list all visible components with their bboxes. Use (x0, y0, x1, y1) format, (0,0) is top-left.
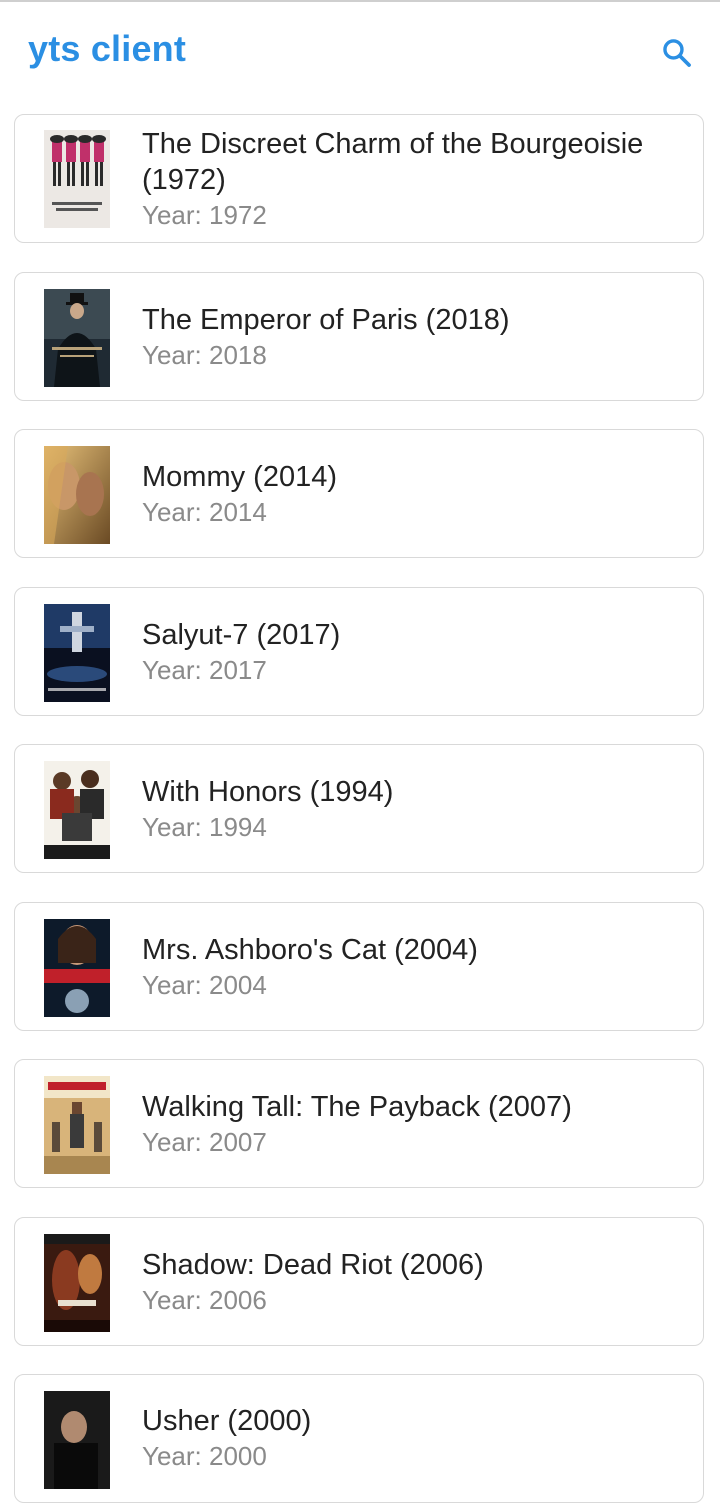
movie-card[interactable]: Walking Tall: The Payback (2007) Year: 2… (14, 1059, 704, 1188)
movie-card[interactable]: Mrs. Ashboro's Cat (2004) Year: 2004 (14, 902, 704, 1031)
movie-title: Salyut-7 (2017) (142, 618, 341, 651)
movie-card[interactable]: Salyut-7 (2017) Year: 2017 (14, 587, 704, 716)
movie-title: The Discreet Charm of the Bourgeoisie (1… (142, 127, 644, 196)
movie-title: Mommy (2014) (142, 460, 337, 493)
movie-card[interactable]: Usher (2000) Year: 2000 (14, 1374, 704, 1503)
movie-card[interactable]: With Honors (1994) Year: 1994 (14, 744, 704, 873)
movie-info: The Discreet Charm of the Bourgeoisie (1… (142, 115, 683, 242)
movie-card[interactable]: The Discreet Charm of the Bourgeoisie (1… (14, 114, 704, 243)
movie-title: Usher (2000) (142, 1405, 312, 1437)
movie-year: Year: 2000 (142, 1441, 267, 1471)
movie-year: Year: 2014 (142, 496, 267, 527)
movie-title: Walking Tall: The Payback (2007) (142, 1090, 572, 1123)
movie-info: Salyut-7 (2017) Year: 2017 (142, 588, 683, 715)
movie-poster (44, 1234, 110, 1332)
movie-title: Mrs. Ashboro's Cat (2004) (142, 933, 478, 966)
movie-info: The Emperor of Paris (2018) Year: 2018 (142, 273, 683, 400)
movie-poster (44, 1076, 110, 1174)
movie-poster (44, 289, 110, 387)
movie-poster (44, 919, 110, 1017)
movie-info: With Honors (1994) Year: 1994 (142, 745, 683, 872)
movie-title: The Emperor of Paris (2018) (142, 303, 510, 336)
movie-poster (44, 1391, 110, 1489)
movie-info: Mrs. Ashboro's Cat (2004) Year: 2004 (142, 903, 683, 1030)
movie-card[interactable]: Shadow: Dead Riot (2006) Year: 2006 (14, 1217, 704, 1346)
movie-year: Year: 2018 (142, 339, 267, 370)
movie-card[interactable]: The Emperor of Paris (2018) Year: 2018 (14, 272, 704, 401)
movie-title: With Honors (1994) (142, 775, 394, 808)
movie-year: Year: 2017 (142, 654, 267, 685)
movie-year: Year: 1972 (142, 199, 267, 230)
movie-year: Year: 1994 (142, 811, 267, 842)
movie-poster (44, 130, 110, 228)
movie-year: Year: 2004 (142, 969, 267, 1000)
movie-card[interactable]: Mommy (2014) Year: 2014 (14, 429, 704, 558)
movie-year: Year: 2007 (142, 1126, 267, 1157)
movie-list: The Discreet Charm of the Bourgeoisie (1… (0, 0, 720, 1503)
movie-poster (44, 604, 110, 702)
movie-year: Year: 2006 (142, 1284, 267, 1315)
movie-poster (44, 761, 110, 859)
movie-title: Shadow: Dead Riot (2006) (142, 1248, 484, 1281)
movie-info: Walking Tall: The Payback (2007) Year: 2… (142, 1060, 683, 1187)
movie-info: Shadow: Dead Riot (2006) Year: 2006 (142, 1218, 683, 1345)
movie-poster (44, 446, 110, 544)
movie-info: Usher (2000) Year: 2000 (142, 1375, 683, 1502)
movie-info: Mommy (2014) Year: 2014 (142, 430, 683, 557)
